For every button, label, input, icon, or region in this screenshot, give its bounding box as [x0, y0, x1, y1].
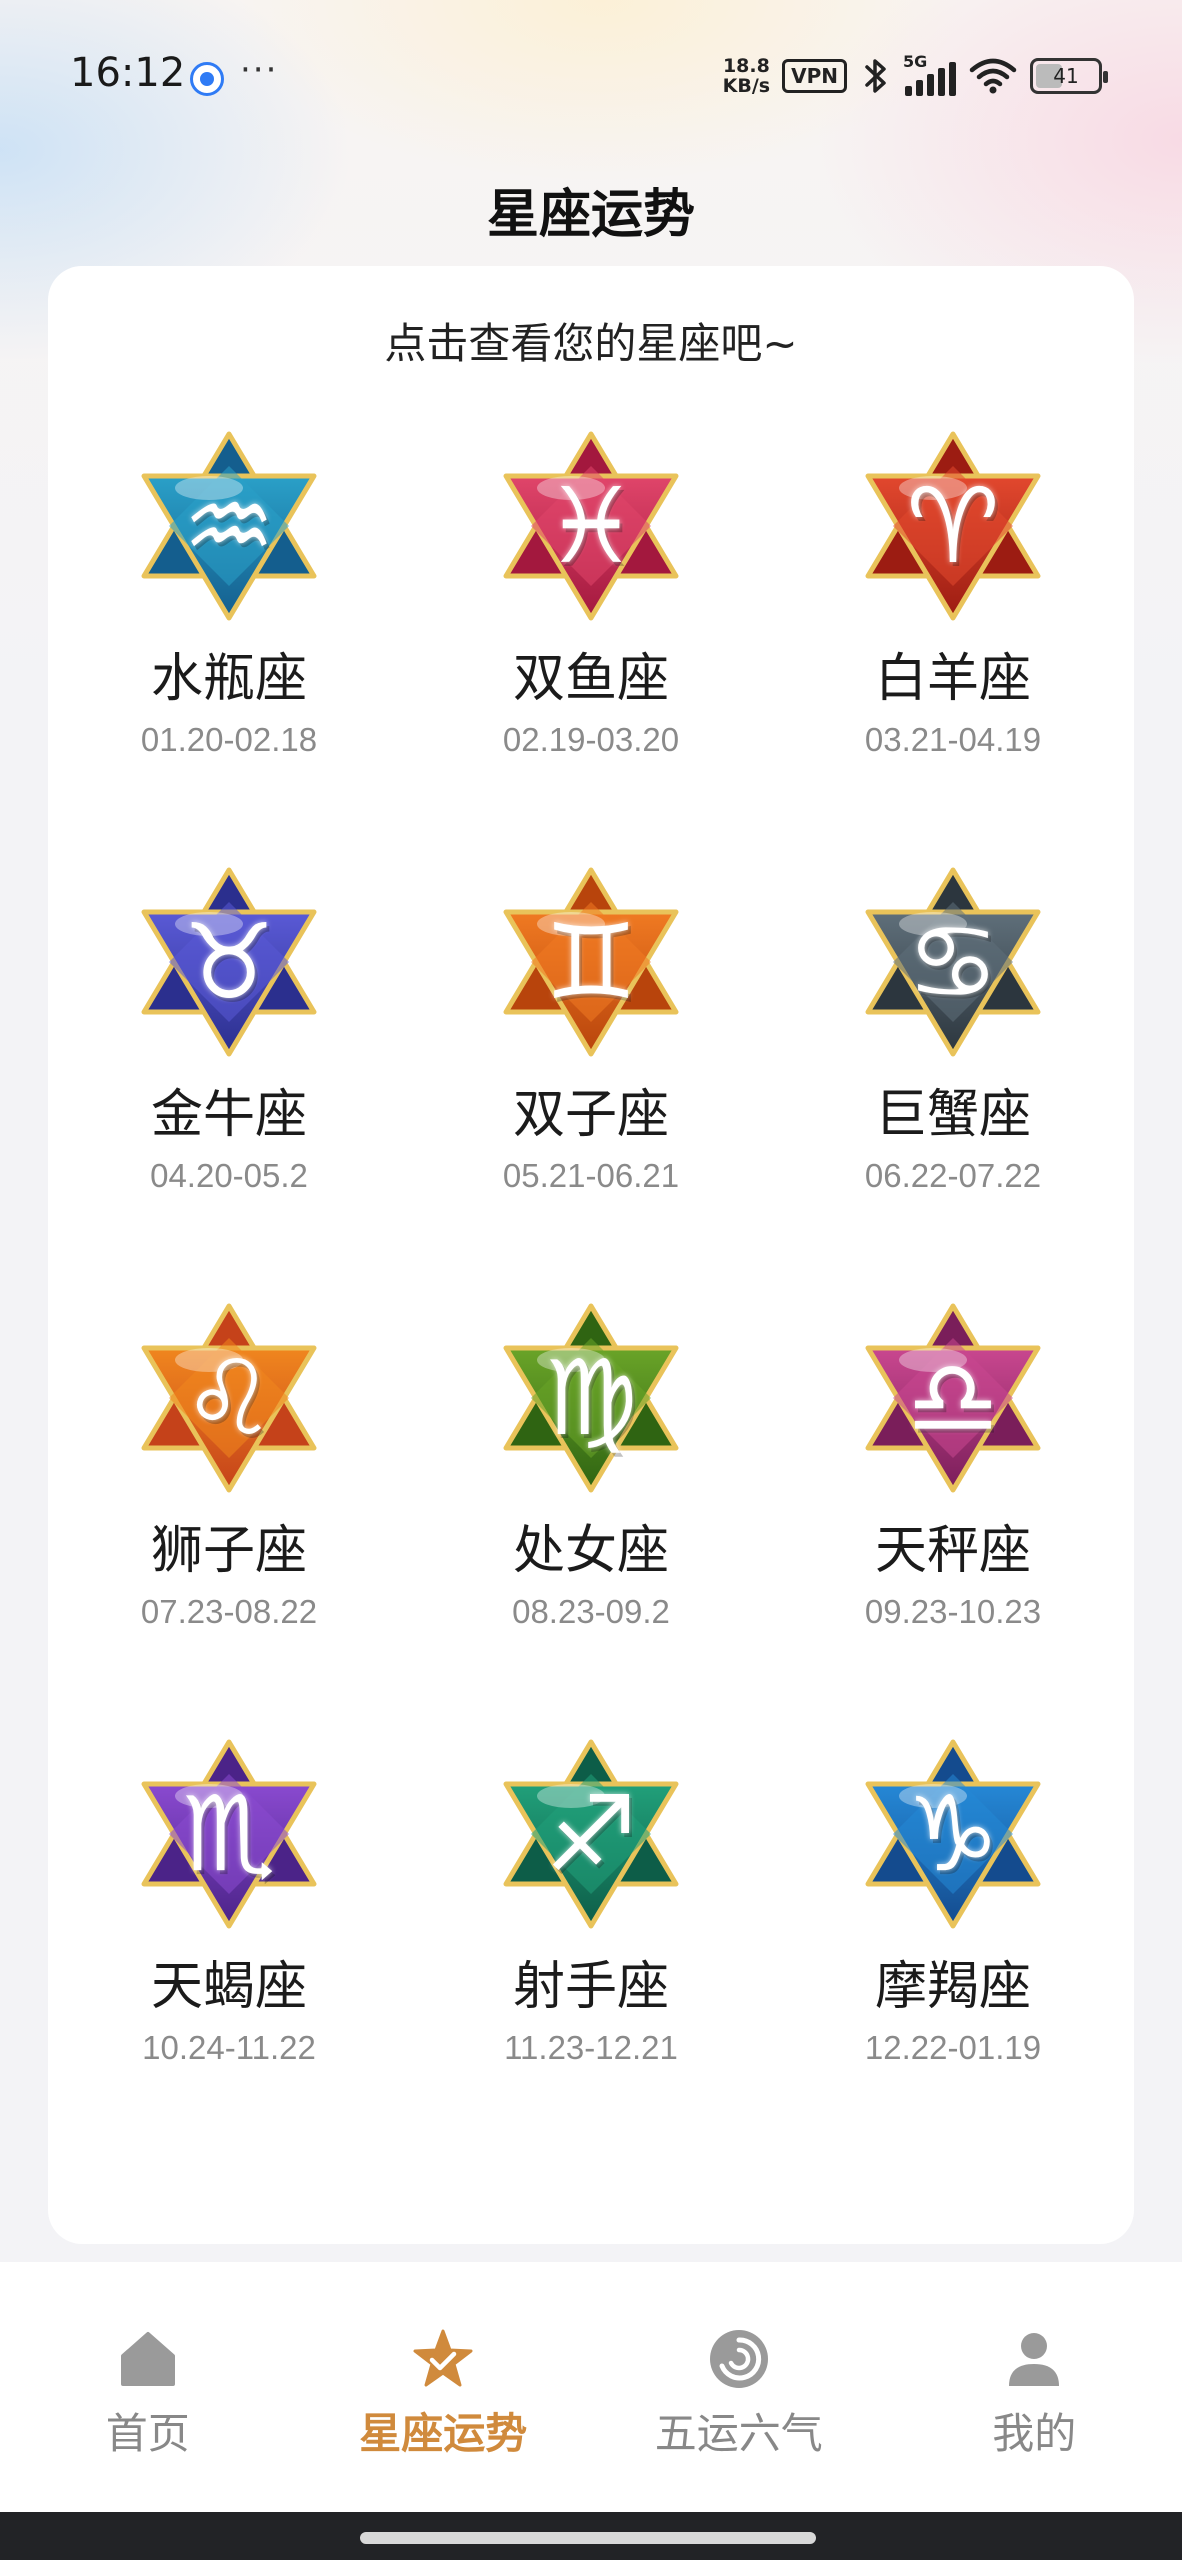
zodiac-item[interactable]: ♑ 摩羯座 12.22-01.19 — [772, 1734, 1134, 2170]
zodiac-item[interactable]: ♒ 水瓶座 01.20-02.18 — [48, 426, 410, 862]
page-title: 星座运势 — [486, 185, 695, 245]
swirl-icon — [709, 2330, 768, 2388]
zodiac-name: 金牛座 — [150, 1085, 307, 1145]
zodiac-date-range: 05.21-06.21 — [502, 1157, 680, 1194]
zodiac-item[interactable]: ♊ 双子座 05.21-06.21 — [410, 862, 772, 1298]
more-notifications-icon: ··· — [240, 50, 279, 90]
tab-home[interactable]: 首页 — [0, 2262, 296, 2512]
zodiac-item[interactable]: ♉ 金牛座 04.20-05.2 — [48, 862, 410, 1298]
tab-horoscope-label: 星座运势 — [359, 2409, 528, 2458]
tab-five-movements-label: 五运六气 — [654, 2409, 823, 2458]
zodiac-symbol: ♋ — [906, 901, 1000, 1023]
zodiac-name: 天蝎座 — [150, 1957, 307, 2017]
zodiac-date-range: 07.23-08.22 — [140, 1593, 318, 1630]
virgo-icon: ♍ — [491, 1298, 691, 1498]
zodiac-prompt: 点击查看您的星座吧~ — [384, 319, 798, 368]
home-icon — [120, 2332, 175, 2386]
home-indicator[interactable] — [360, 2532, 816, 2544]
zodiac-date-range: 08.23-09.2 — [512, 1593, 670, 1630]
zodiac-symbol: ♎ — [906, 1337, 1000, 1459]
zodiac-symbol: ♐ — [544, 1773, 638, 1895]
app-notification-icon — [190, 62, 224, 96]
zodiac-item[interactable]: ♏ 天蝎座 10.24-11.22 — [48, 1734, 410, 2170]
network-speed-unit: KB/s — [722, 75, 771, 97]
zodiac-name: 双子座 — [512, 1085, 669, 1145]
zodiac-item[interactable]: ♎ 天秤座 09.23-10.23 — [772, 1298, 1134, 1734]
zodiac-date-range: 01.20-02.18 — [140, 721, 318, 758]
libra-icon: ♎ — [853, 1298, 1053, 1498]
zodiac-item[interactable]: ♌ 狮子座 07.23-08.22 — [48, 1298, 410, 1734]
zodiac-name: 天秤座 — [874, 1521, 1031, 1581]
tab-home-label: 首页 — [105, 2409, 190, 2458]
zodiac-symbol: ♌ — [182, 1337, 276, 1459]
zodiac-grid: ♒ 水瓶座 01.20-02.18 ♓ 双鱼座 02.19-03.20 ♈ 白羊座 03.21-… — [48, 426, 1134, 2170]
zodiac-symbol: ♍ — [544, 1337, 638, 1459]
status-bar: 16:12 ··· 18.8 KB/s VPN 5G 41 — [0, 0, 1182, 150]
cancer-icon: ♋ — [853, 862, 1053, 1062]
zodiac-date-range: 04.20-05.2 — [150, 1157, 308, 1194]
tab-profile-label: 我的 — [992, 2409, 1077, 2458]
wifi-icon — [969, 58, 1017, 94]
bluetooth-icon — [865, 59, 886, 93]
zodiac-item[interactable]: ♓ 双鱼座 02.19-03.20 — [410, 426, 772, 862]
status-indicators: 18.8 KB/s VPN 5G 41 — [723, 52, 1108, 96]
zodiac-name: 白羊座 — [874, 649, 1031, 709]
gemini-icon: ♊ — [491, 862, 691, 1062]
zodiac-symbol: ♏ — [182, 1773, 276, 1895]
zodiac-name: 水瓶座 — [150, 649, 307, 709]
zodiac-name: 摩羯座 — [874, 1957, 1031, 2017]
zodiac-date-range: 09.23-10.23 — [864, 1593, 1042, 1630]
zodiac-name: 巨蟹座 — [874, 1085, 1031, 1145]
zodiac-card: 点击查看您的星座吧~ ♒ 水瓶座 01.20-02.18 ♓ 双鱼座 02.19-03.2… — [48, 266, 1134, 2244]
status-time: 16:12 — [70, 50, 186, 96]
zodiac-item[interactable]: ♋ 巨蟹座 06.22-07.22 — [772, 862, 1134, 1298]
vpn-icon: VPN — [782, 59, 847, 93]
zodiac-date-range: 03.21-04.19 — [864, 721, 1042, 758]
zodiac-item[interactable]: ♐ 射手座 11.23-12.21 — [410, 1734, 772, 2170]
bottom-tab-bar: 首页 星座运势 五运六气 我的 — [0, 2262, 1182, 2512]
zodiac-symbol: ♒ — [182, 465, 276, 587]
zodiac-name: 射手座 — [512, 1957, 669, 2017]
tab-five-movements[interactable]: 五运六气 — [591, 2262, 887, 2512]
network-speed: 18.8 KB/s — [723, 56, 770, 96]
network-type-label: 5G — [903, 52, 928, 71]
tab-profile[interactable]: 我的 — [887, 2262, 1182, 2512]
network-speed-value: 18.8 — [722, 55, 770, 77]
zodiac-symbol: ♊ — [544, 901, 638, 1023]
battery-level: 41 — [1053, 64, 1079, 88]
zodiac-date-range: 11.23-12.21 — [504, 2029, 678, 2066]
tab-horoscope[interactable]: 星座运势 — [296, 2262, 592, 2512]
user-icon — [1009, 2333, 1060, 2386]
zodiac-item[interactable]: ♍ 处女座 08.23-09.2 — [410, 1298, 772, 1734]
sagittarius-icon: ♐ — [491, 1734, 691, 1934]
capricorn-icon: ♑ — [853, 1734, 1053, 1934]
zodiac-item[interactable]: ♈ 白羊座 03.21-04.19 — [772, 426, 1134, 862]
aquarius-icon: ♒ — [129, 426, 329, 626]
zodiac-name: 处女座 — [512, 1521, 669, 1581]
zodiac-symbol: ♉ — [182, 901, 276, 1023]
zodiac-date-range: 10.24-11.22 — [142, 2029, 316, 2066]
zodiac-symbol: ♈ — [906, 465, 1000, 587]
zodiac-symbol: ♓ — [544, 465, 638, 587]
star-icon — [413, 2329, 473, 2387]
zodiac-date-range: 02.19-03.20 — [502, 721, 680, 758]
zodiac-date-range: 06.22-07.22 — [864, 1157, 1042, 1194]
zodiac-date-range: 12.22-01.19 — [864, 2029, 1042, 2066]
battery-icon: 41 — [1030, 58, 1108, 94]
leo-icon: ♌ — [129, 1298, 329, 1498]
cellular-signal-icon: 5G — [903, 52, 956, 96]
aries-icon: ♈ — [853, 426, 1053, 626]
zodiac-name: 双鱼座 — [512, 649, 669, 709]
pisces-icon: ♓ — [491, 426, 691, 626]
taurus-icon: ♉ — [129, 862, 329, 1062]
zodiac-name: 狮子座 — [150, 1521, 307, 1581]
zodiac-symbol: ♑ — [906, 1773, 1000, 1895]
scorpio-icon: ♏ — [129, 1734, 329, 1934]
